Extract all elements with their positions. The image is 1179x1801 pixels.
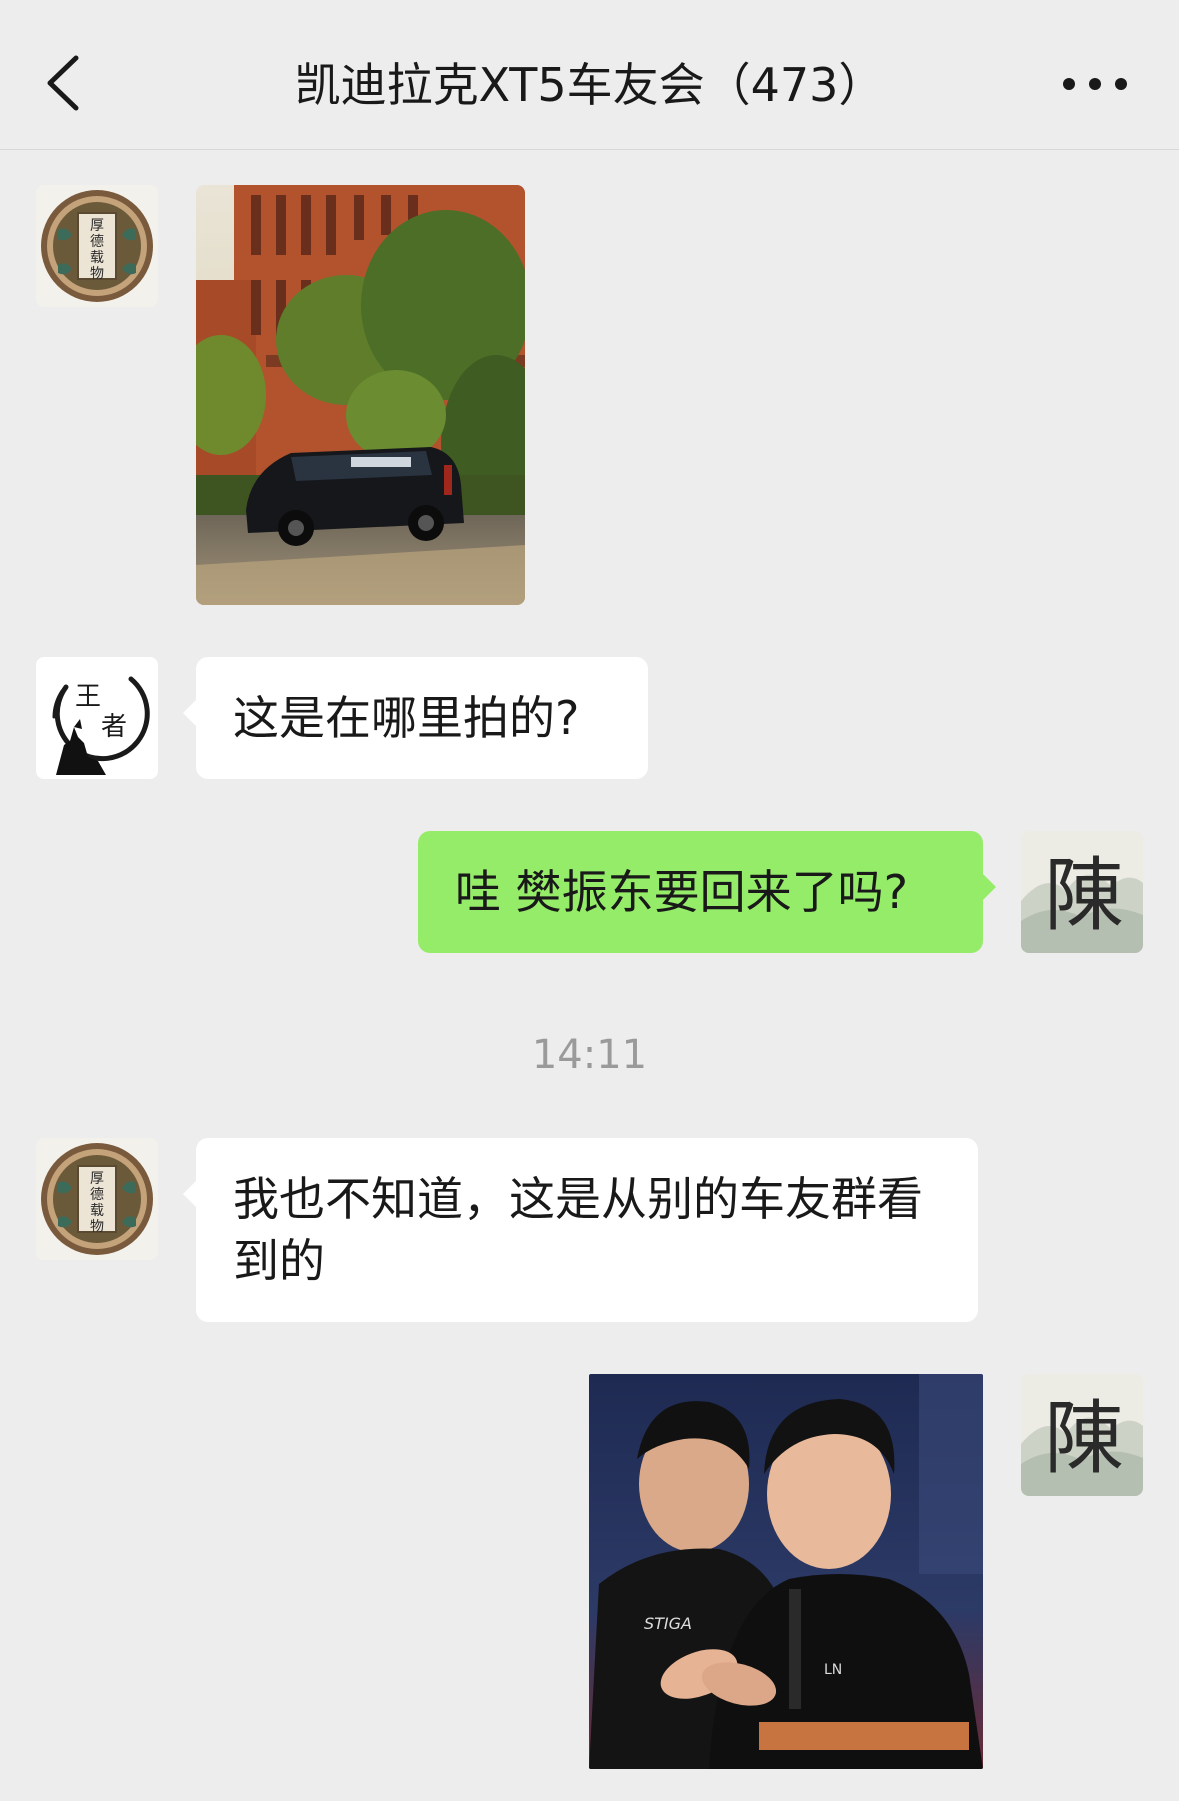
message-bubble-self[interactable]: 哇 樊振东要回来了吗? — [418, 831, 996, 953]
chat-title: 凯迪拉克XT5车友会（473） — [294, 58, 885, 112]
avatar-houde-glyph-3: 载 — [90, 250, 104, 266]
back-button[interactable] — [38, 52, 98, 114]
car-photo[interactable] — [196, 185, 525, 605]
avatar-houde-text: 厚 — [90, 218, 104, 234]
avatar-self[interactable]: 陳 — [1021, 1374, 1143, 1496]
athletes-photo[interactable]: STIGA LN — [589, 1374, 983, 1769]
avatar-self[interactable]: 陳 — [1021, 831, 1143, 953]
message-text: 哇 樊振东要回来了吗? — [455, 865, 909, 919]
avatar-houde[interactable]: 厚 德 载 物 — [36, 185, 158, 307]
avatar-houde-glyph-4: 物 — [90, 266, 104, 282]
avatar-houde-glyph-4b: 物 — [90, 1219, 104, 1235]
timestamp: 14:11 — [531, 1032, 648, 1078]
message-text: 这是在哪里拍的? — [233, 691, 580, 745]
jacket-brand-text: LN — [824, 1662, 842, 1678]
avatar-houde-glyph-2: 德 — [90, 234, 104, 250]
avatar-houde-glyph-2b: 德 — [90, 1187, 104, 1203]
avatar-wangzhe-glyph-1: 王 — [75, 682, 101, 712]
avatar-houde-glyph-3b: 载 — [90, 1203, 104, 1219]
avatar-houde-glyph-1b: 厚 — [90, 1171, 104, 1187]
chat-header: 凯迪拉克XT5车友会（473） — [0, 0, 1179, 150]
chat-screen: 凯迪拉克XT5车友会（473） 厚 德 载 物 王 者 这是在哪里拍的? 哇 樊… — [0, 0, 1179, 1801]
avatar-houde[interactable]: 厚 德 载 物 — [36, 1138, 158, 1260]
more-button[interactable] — [1060, 64, 1130, 104]
avatar-self-glyph: 陳 — [1044, 849, 1124, 942]
avatar-wangzhe[interactable]: 王 者 — [36, 657, 158, 779]
avatar-self-glyph-2: 陳 — [1044, 1392, 1124, 1485]
message-bubble[interactable]: 这是在哪里拍的? — [183, 657, 648, 779]
jacket-logo-text: STIGA — [644, 1614, 692, 1633]
more-dots-icon — [1063, 78, 1127, 90]
message-text: 我也不知道，这是从别的车友群看到的 — [233, 1172, 923, 1288]
avatar-wangzhe-glyph-2: 者 — [101, 712, 127, 742]
chevron-left-icon — [47, 55, 79, 111]
message-bubble[interactable]: 我也不知道，这是从别的车友群看到的 — [183, 1138, 978, 1322]
